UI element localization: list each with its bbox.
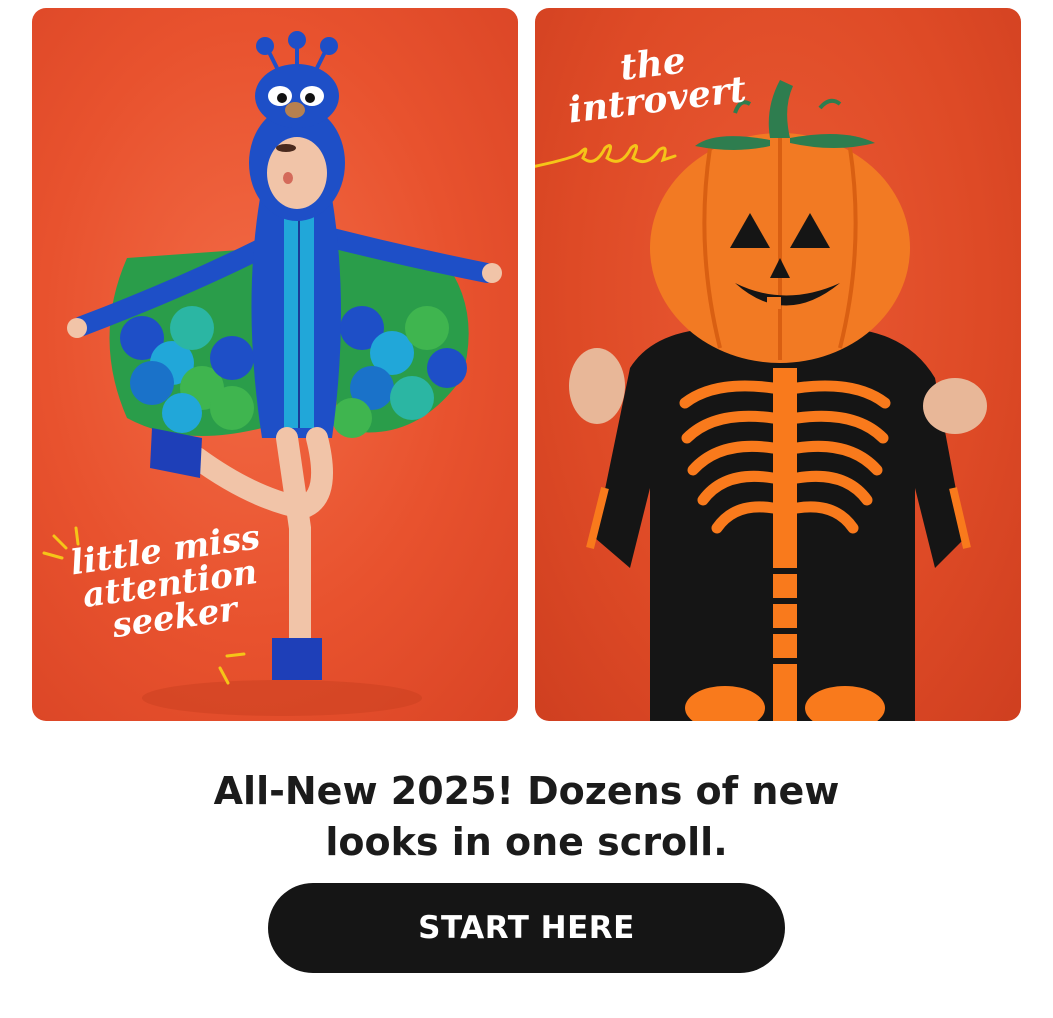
- start-here-button[interactable]: START HERE: [268, 883, 785, 973]
- headline-line-1: All-New 2025! Dozens of new: [213, 769, 840, 813]
- peacock-wing-right: [332, 248, 469, 438]
- promo-headline: All-New 2025! Dozens of new looks in one…: [0, 766, 1053, 868]
- peacock-costume-card[interactable]: little miss attention seeker: [32, 8, 518, 721]
- pumpkin-costume-card[interactable]: the introvert: [535, 8, 1021, 721]
- squiggle-decoration: [535, 144, 677, 168]
- headline-line-2: looks in one scroll.: [325, 820, 728, 864]
